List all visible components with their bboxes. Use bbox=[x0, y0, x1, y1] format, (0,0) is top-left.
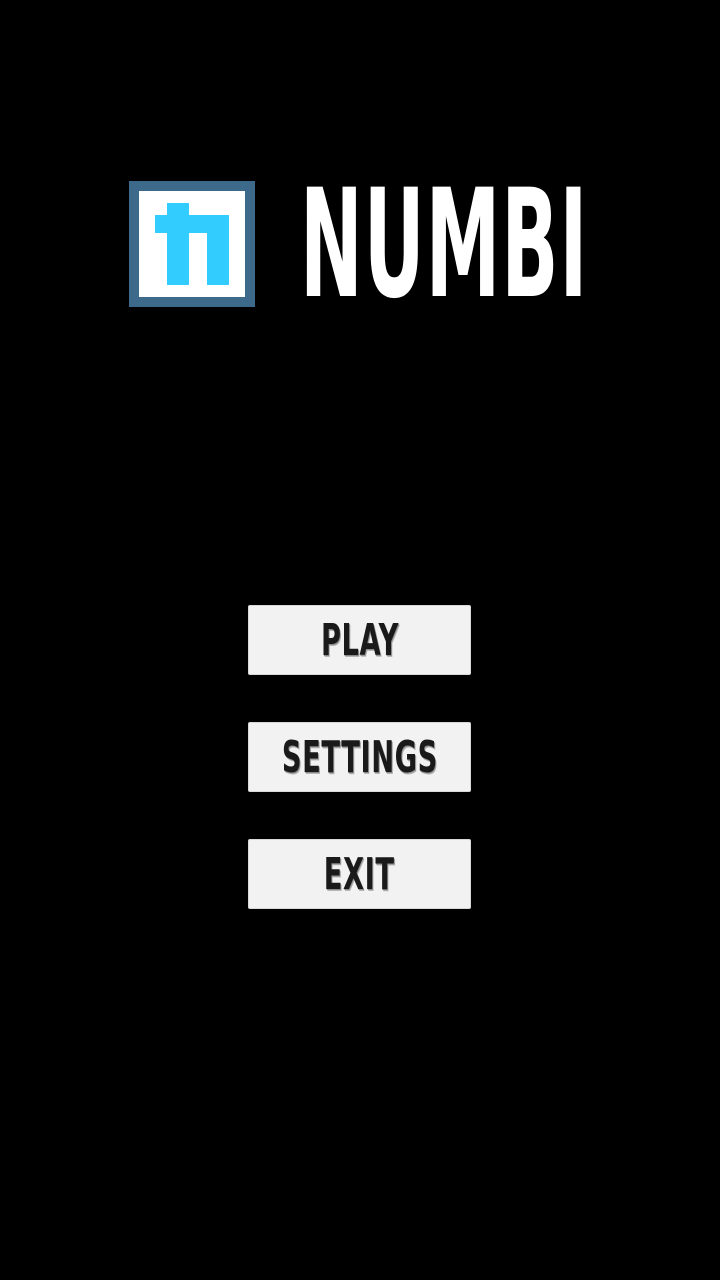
exit-button-label: EXIT bbox=[324, 848, 395, 900]
numbi-logo-icon bbox=[129, 181, 255, 307]
settings-button-label: SETTINGS bbox=[281, 731, 438, 783]
main-menu-screen: NUMBI PLAY SETTINGS EXIT bbox=[0, 0, 720, 1280]
settings-button[interactable]: SETTINGS bbox=[248, 722, 471, 792]
exit-button[interactable]: EXIT bbox=[248, 839, 471, 909]
play-button-label: PLAY bbox=[320, 614, 399, 666]
game-title: NUMBI bbox=[300, 158, 589, 332]
play-button[interactable]: PLAY bbox=[248, 605, 471, 675]
